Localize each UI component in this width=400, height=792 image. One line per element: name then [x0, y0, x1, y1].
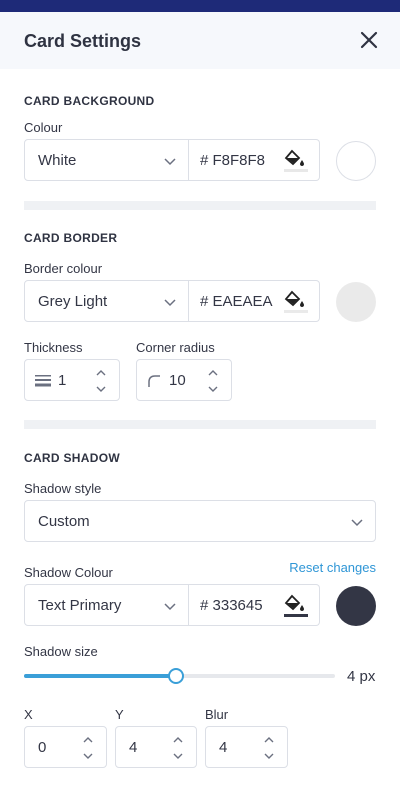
- top-accent-bar: [0, 0, 400, 12]
- border-hex-value: # EAEAEA: [200, 293, 273, 310]
- reset-changes-link[interactable]: Reset changes: [289, 560, 376, 575]
- shadow-colour-select[interactable]: Text Primary: [24, 584, 189, 626]
- background-hex-value: # F8F8F8: [200, 152, 266, 169]
- stepper-arrows-icon[interactable]: [82, 734, 94, 762]
- background-colour-select[interactable]: White: [24, 139, 189, 181]
- y-value: 4: [129, 739, 138, 756]
- stepper-arrows-icon[interactable]: [263, 734, 275, 762]
- shadow-size-label: Shadow size: [24, 644, 98, 659]
- stepper-arrows-icon[interactable]: [207, 367, 219, 395]
- shadow-colour-label: Shadow Colour: [24, 565, 113, 580]
- shadow-style-label: Shadow style: [24, 481, 102, 496]
- close-icon[interactable]: [358, 29, 380, 51]
- background-colour-value: White: [38, 152, 77, 169]
- corner-radius-stepper[interactable]: 10: [136, 359, 232, 401]
- blur-value: 4: [219, 739, 228, 756]
- background-colour-swatch[interactable]: [336, 141, 376, 181]
- chevron-down-icon: [164, 603, 176, 611]
- blur-stepper[interactable]: 4: [205, 726, 288, 768]
- section-title-background: CARD BACKGROUND: [24, 94, 155, 108]
- border-colour-select[interactable]: Grey Light: [24, 280, 189, 322]
- border-colour-value: Grey Light: [38, 293, 108, 310]
- line-thickness-icon: [35, 375, 51, 387]
- paint-bucket-icon[interactable]: [283, 593, 309, 619]
- border-colour-label: Border colour: [24, 261, 103, 276]
- background-hex-field[interactable]: # F8F8F8: [189, 139, 320, 181]
- panel-header: Card Settings: [0, 12, 400, 69]
- x-stepper[interactable]: 0: [24, 726, 107, 768]
- border-hex-field[interactable]: # EAEAEA: [189, 280, 320, 322]
- border-colour-swatch[interactable]: [336, 282, 376, 322]
- y-stepper[interactable]: 4: [115, 726, 197, 768]
- shadow-size-value: 4 px: [347, 668, 376, 685]
- paint-bucket-icon[interactable]: [283, 148, 309, 174]
- corner-radius-label: Corner radius: [136, 340, 215, 355]
- x-value: 0: [38, 739, 47, 756]
- shadow-hex-field[interactable]: # 333645: [189, 584, 320, 626]
- section-title-shadow: CARD SHADOW: [24, 451, 120, 465]
- x-label: X: [24, 707, 33, 722]
- paint-bucket-icon[interactable]: [283, 289, 309, 315]
- shadow-size-slider[interactable]: [24, 668, 335, 684]
- chevron-down-icon: [164, 158, 176, 166]
- stepper-arrows-icon[interactable]: [95, 367, 107, 395]
- chevron-down-icon: [164, 299, 176, 307]
- slider-fill: [24, 674, 176, 678]
- section-title-border: CARD BORDER: [24, 231, 118, 245]
- stepper-arrows-icon[interactable]: [172, 734, 184, 762]
- y-label: Y: [115, 707, 124, 722]
- shadow-style-select[interactable]: Custom: [24, 500, 376, 542]
- blur-label: Blur: [205, 707, 229, 722]
- thickness-label: Thickness: [24, 340, 83, 355]
- section-divider: [24, 201, 376, 210]
- background-colour-label: Colour: [24, 120, 63, 135]
- corner-radius-icon: [148, 375, 160, 387]
- thickness-stepper[interactable]: 1: [24, 359, 120, 401]
- thickness-value: 1: [58, 372, 67, 389]
- section-divider: [24, 420, 376, 429]
- shadow-hex-value: # 333645: [200, 597, 263, 614]
- shadow-colour-swatch[interactable]: [336, 586, 376, 626]
- slider-thumb[interactable]: [168, 668, 184, 684]
- shadow-colour-value: Text Primary: [38, 597, 122, 614]
- chevron-down-icon: [351, 519, 363, 527]
- shadow-style-value: Custom: [38, 513, 90, 530]
- panel-title: Card Settings: [24, 31, 142, 51]
- corner-radius-value: 10: [169, 372, 186, 389]
